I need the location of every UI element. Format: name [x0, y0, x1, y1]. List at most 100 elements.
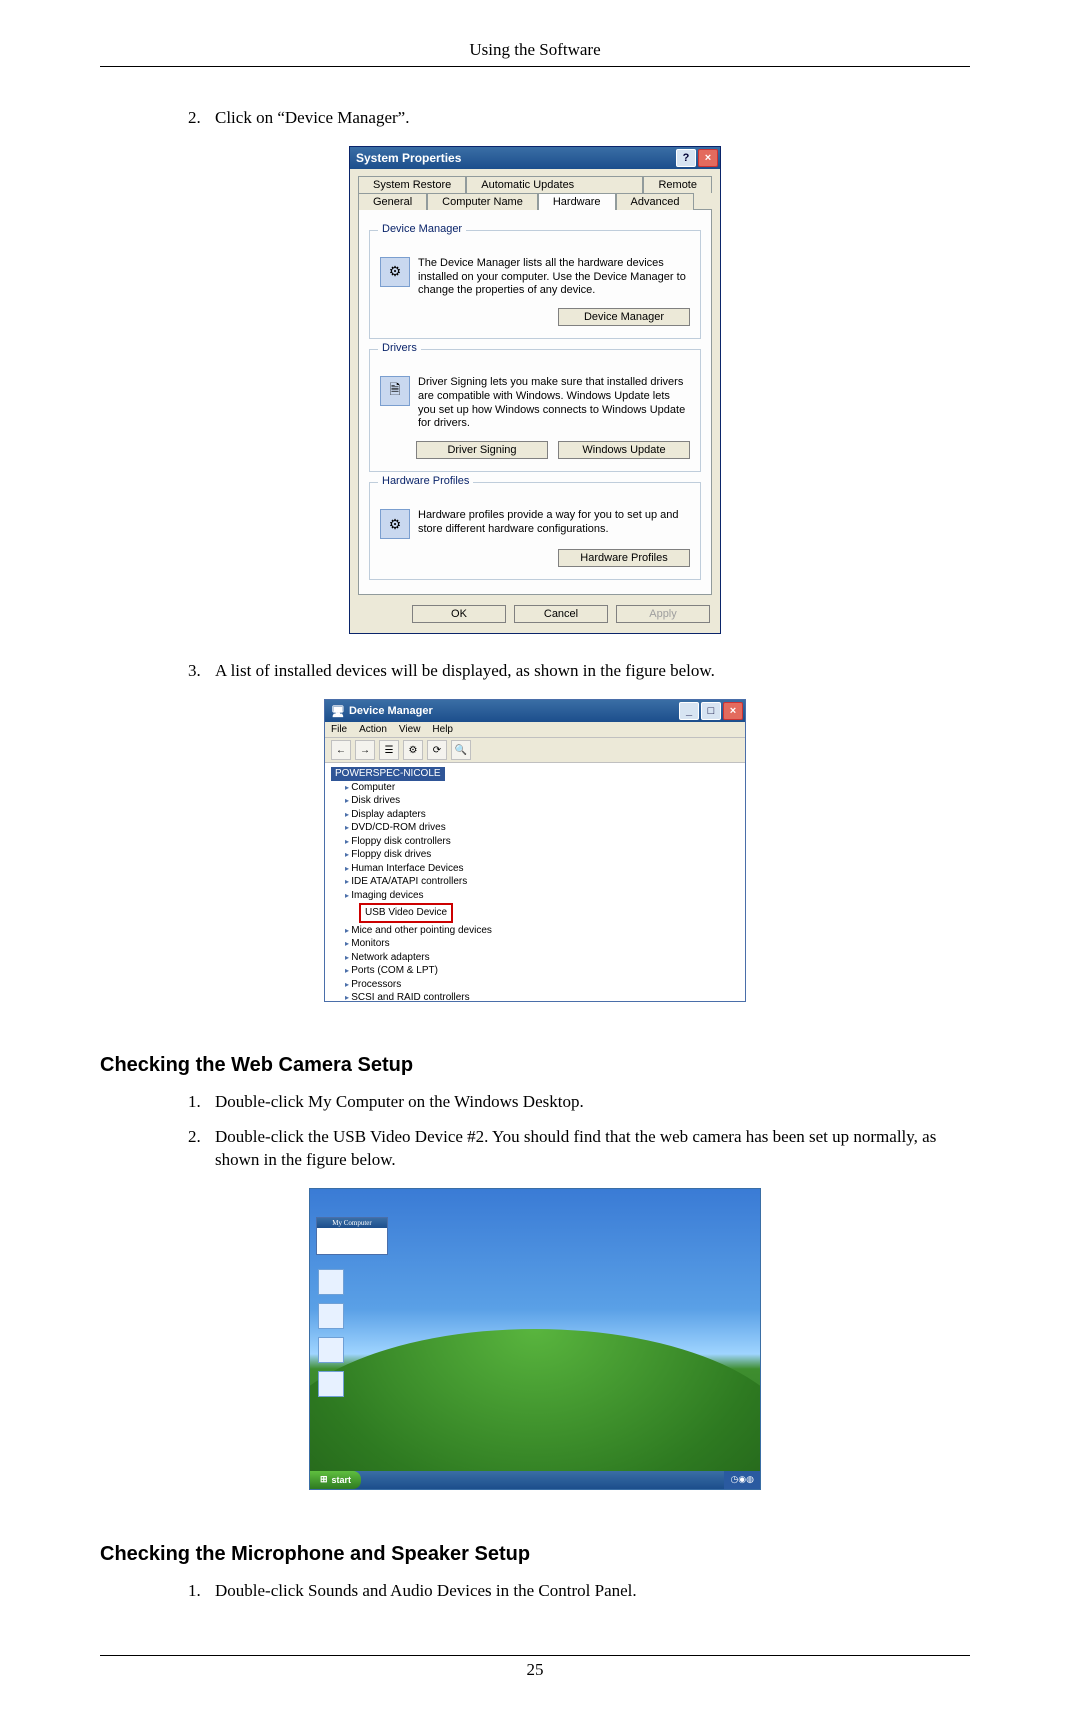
devmgr-title: Device Manager [349, 705, 677, 717]
group-hardware-profiles-text: Hardware profiles provide a way for you … [418, 509, 690, 539]
my-computer-title: My Computer [317, 1218, 387, 1228]
group-drivers-text: Driver Signing lets you make sure that i… [418, 376, 690, 431]
devmgr-titlebar: 🖥 Device Manager _ □ × [325, 700, 745, 722]
scan-hardware-icon[interactable]: 🔍 [451, 740, 471, 760]
tree-node[interactable]: SCSI and RAID controllers [345, 991, 739, 1001]
tree-node[interactable]: Ports (COM & LPT) [345, 964, 739, 978]
tree-node[interactable]: Computer [345, 781, 739, 795]
webcam-step-1: Double-click My Computer on the Windows … [205, 1091, 970, 1114]
sysprop-titlebar: System Properties ? × [350, 147, 720, 169]
my-computer-body [317, 1228, 387, 1254]
windows-flag-icon: ⊞ [320, 1474, 328, 1485]
devmgr-toolbar: ← → ☰ ⚙ ⟳ 🔍 [325, 738, 745, 763]
bliss-hill [309, 1329, 761, 1490]
tree-node[interactable]: Network adapters [345, 951, 739, 965]
tree-node[interactable]: Floppy disk drives [345, 848, 739, 862]
device-tree[interactable]: POWERSPEC-NICOLE Computer Disk drives Di… [325, 763, 745, 1001]
intro-instruction-list: Click on “Device Manager”. [170, 107, 970, 130]
sysprop-title: System Properties [356, 151, 674, 165]
taskbar: ⊞ start ◷◉◍ [310, 1471, 760, 1489]
tree-node[interactable]: Imaging devices [345, 889, 739, 903]
monitor-icon: 🖥 [331, 705, 345, 718]
menu-action[interactable]: Action [359, 724, 387, 735]
tree-node[interactable]: Mice and other pointing devices [345, 924, 739, 938]
start-label: start [332, 1475, 352, 1485]
tree-node[interactable]: IDE ATA/ATAPI controllers [345, 875, 739, 889]
sysprop-tabstrip: System Restore Automatic Updates Remote … [350, 169, 720, 595]
tab-remote[interactable]: Remote [643, 176, 712, 193]
instruction-step-3: A list of installed devices will be disp… [205, 660, 970, 683]
webcam-instruction-list: Double-click My Computer on the Windows … [170, 1091, 970, 1172]
tab-computer-name[interactable]: Computer Name [427, 193, 538, 210]
ok-button[interactable]: OK [412, 605, 506, 623]
figure-device-manager: 🖥 Device Manager _ □ × File Action View … [100, 699, 970, 1006]
tree-node[interactable]: Disk drives [345, 794, 739, 808]
tab-advanced[interactable]: Advanced [616, 193, 695, 210]
tab-hardware[interactable]: Hardware [538, 193, 616, 210]
hardware-profiles-icon: ⚙ [380, 509, 410, 539]
footer-rule [100, 1655, 970, 1656]
system-tray[interactable]: ◷◉◍ [724, 1471, 760, 1489]
menu-file[interactable]: File [331, 724, 347, 735]
close-icon[interactable]: × [698, 149, 718, 167]
minimize-icon[interactable]: _ [679, 702, 699, 720]
group-hardware-profiles-legend: Hardware Profiles [378, 475, 473, 487]
group-drivers-legend: Drivers [378, 342, 421, 354]
tree-node[interactable]: Monitors [345, 937, 739, 951]
properties-icon[interactable]: ⚙ [403, 740, 423, 760]
intro-instruction-list-cont: A list of installed devices will be disp… [170, 660, 970, 683]
help-icon[interactable]: ? [676, 149, 696, 167]
my-computer-window[interactable]: My Computer [316, 1217, 388, 1255]
desktop-icon[interactable] [318, 1303, 344, 1329]
tree-node[interactable]: Human Interface Devices [345, 862, 739, 876]
desktop-icon[interactable] [318, 1337, 344, 1363]
device-manager-button[interactable]: Device Manager [558, 308, 690, 326]
windows-desktop-screenshot: My Computer ⊞ start ◷◉◍ [309, 1188, 761, 1490]
desktop-icon[interactable] [318, 1269, 344, 1295]
tree-node[interactable]: Display adapters [345, 808, 739, 822]
webcam-step-2: Double-click the USB Video Device #2. Yo… [205, 1126, 970, 1172]
tab-automatic-updates[interactable]: Automatic Updates [466, 176, 643, 193]
figure-system-properties: System Properties ? × System Restore Aut… [100, 146, 970, 634]
tree-node[interactable]: Processors [345, 978, 739, 992]
tab-general[interactable]: General [358, 193, 427, 210]
maximize-icon[interactable]: □ [701, 702, 721, 720]
tree-node[interactable]: DVD/CD-ROM drives [345, 821, 739, 835]
hardware-profiles-button[interactable]: Hardware Profiles [558, 549, 690, 567]
desktop-icon[interactable] [318, 1371, 344, 1397]
refresh-icon[interactable]: ⟳ [427, 740, 447, 760]
drivers-icon: 🗎 [380, 376, 410, 406]
mic-step-1: Double-click Sounds and Audio Devices in… [205, 1580, 970, 1603]
tree-node[interactable]: Floppy disk controllers [345, 835, 739, 849]
figure-windows-desktop: My Computer ⊞ start ◷◉◍ [100, 1188, 970, 1495]
tab-hardware-body: Device Manager ⚙ The Device Manager list… [358, 209, 712, 595]
heading-webcam-setup: Checking the Web Camera Setup [100, 1054, 970, 1077]
group-device-manager-legend: Device Manager [378, 223, 466, 235]
group-drivers: Drivers 🗎 Driver Signing lets you make s… [369, 349, 701, 472]
group-device-manager-text: The Device Manager lists all the hardwar… [418, 257, 690, 298]
driver-signing-button[interactable]: Driver Signing [416, 441, 548, 459]
group-hardware-profiles: Hardware Profiles ⚙ Hardware profiles pr… [369, 482, 701, 580]
page: Using the Software Click on “Device Mana… [0, 0, 1080, 1710]
cancel-button[interactable]: Cancel [514, 605, 608, 623]
back-icon[interactable]: ← [331, 740, 351, 760]
device-manager-window: 🖥 Device Manager _ □ × File Action View … [324, 699, 746, 1002]
tree-root[interactable]: POWERSPEC-NICOLE [331, 767, 445, 781]
tree-icon[interactable]: ☰ [379, 740, 399, 760]
forward-icon[interactable]: → [355, 740, 375, 760]
running-title: Using the Software [100, 40, 970, 60]
usb-video-device-highlight[interactable]: USB Video Device [359, 902, 739, 924]
heading-mic-speaker-setup: Checking the Microphone and Speaker Setu… [100, 1543, 970, 1566]
desktop-icons [318, 1269, 344, 1397]
menu-view[interactable]: View [399, 724, 421, 735]
page-number: 25 [100, 1660, 970, 1680]
close-icon[interactable]: × [723, 702, 743, 720]
device-manager-icon: ⚙ [380, 257, 410, 287]
group-device-manager: Device Manager ⚙ The Device Manager list… [369, 230, 701, 339]
menu-help[interactable]: Help [432, 724, 453, 735]
tab-system-restore[interactable]: System Restore [358, 176, 466, 193]
windows-update-button[interactable]: Windows Update [558, 441, 690, 459]
start-button[interactable]: ⊞ start [310, 1471, 361, 1489]
sysprop-dialog-buttons: OK Cancel Apply [350, 595, 720, 633]
devmgr-menubar: File Action View Help [325, 722, 745, 738]
